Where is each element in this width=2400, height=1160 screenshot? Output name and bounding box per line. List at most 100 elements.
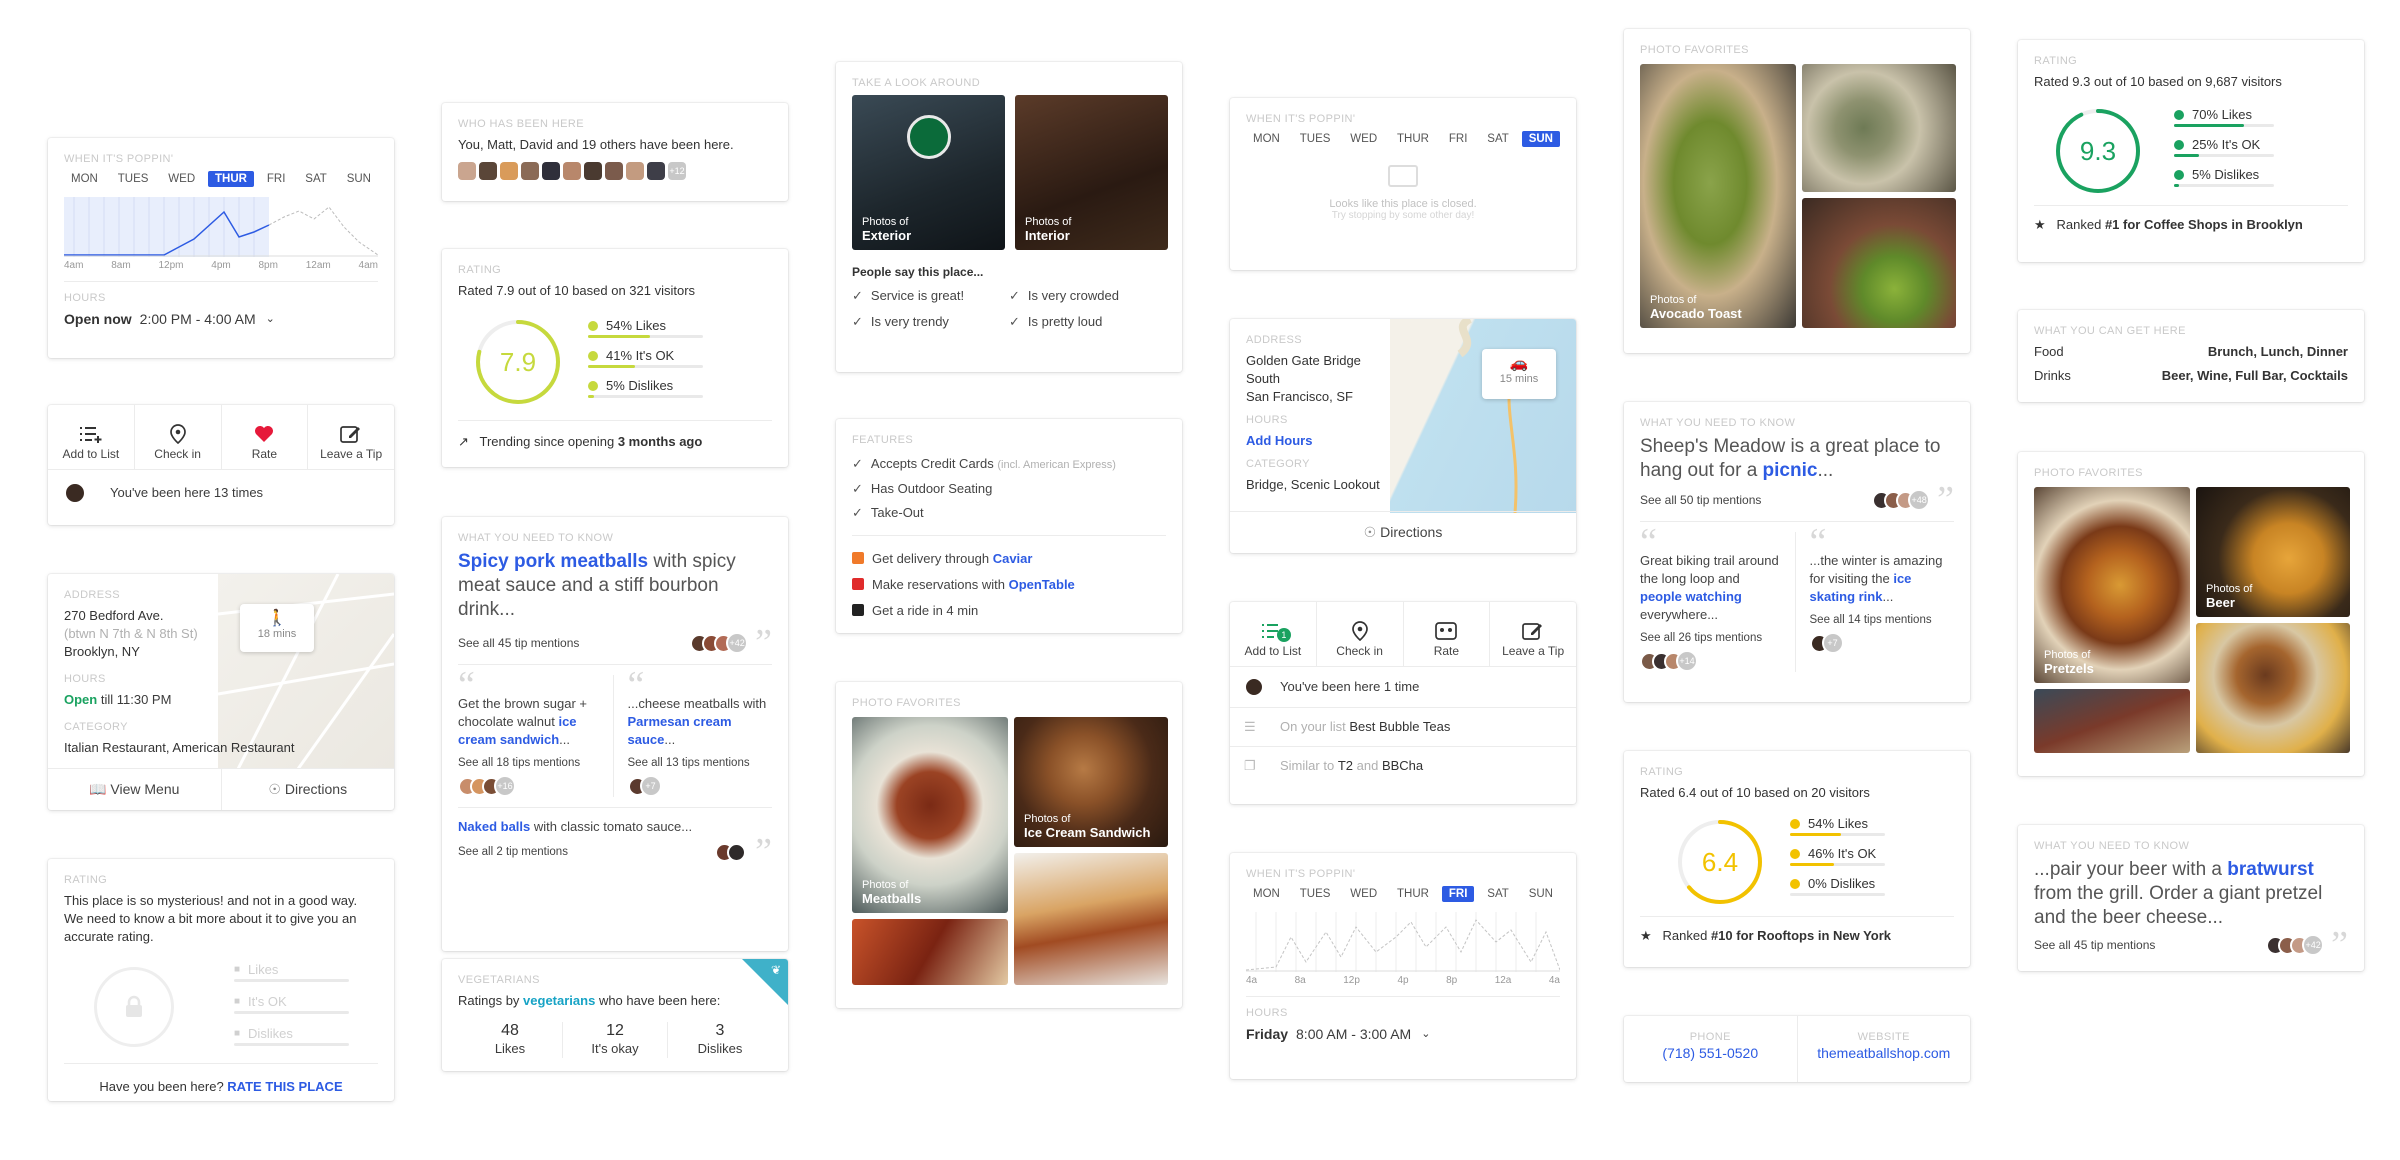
day-wed[interactable]: WED bbox=[161, 171, 202, 187]
avocado-toast-photo[interactable]: Photos of Avocado Toast bbox=[1640, 64, 1796, 328]
see-tips-link[interactable]: See all 26 tips mentions bbox=[1640, 632, 1785, 644]
beer-photo[interactable]: Photos of Beer bbox=[2196, 487, 2350, 617]
more-avatars-badge[interactable]: +42 bbox=[2302, 934, 2325, 956]
caviar-link[interactable]: Caviar bbox=[993, 551, 1033, 566]
website-section[interactable]: WEBSITE themeatballshop.com bbox=[1798, 1016, 1971, 1082]
more-avatars-badge[interactable]: +14 bbox=[1676, 650, 1698, 672]
veg-highlight[interactable]: vegetarians bbox=[523, 993, 595, 1008]
table-food-photo[interactable] bbox=[1802, 64, 1956, 192]
avatar-list[interactable]: +12 bbox=[458, 162, 772, 180]
tip-highlight[interactable]: Spicy pork meatballs bbox=[458, 551, 648, 572]
quote-open-icon: “ bbox=[627, 664, 645, 706]
rate-button[interactable]: Rate bbox=[222, 405, 309, 469]
hours-value: 8:00 AM - 3:00 AM bbox=[1296, 1026, 1412, 1042]
check-in-button[interactable]: Check in bbox=[135, 405, 222, 469]
rating-message: This place is so mysterious! and not in … bbox=[64, 893, 358, 944]
directions-button[interactable]: ☉ Directions bbox=[1230, 511, 1576, 553]
tip-highlight[interactable]: Naked balls bbox=[458, 819, 530, 834]
add-hours-link[interactable]: Add Hours bbox=[1246, 433, 1312, 448]
avatar bbox=[605, 162, 623, 180]
day-thur[interactable]: THUR bbox=[1390, 886, 1436, 902]
exterior-photo[interactable]: Photos of Exterior bbox=[852, 95, 1005, 250]
more-avatars-badge[interactable]: +16 bbox=[494, 775, 516, 797]
on-list-row[interactable]: ☰ On your list Best Bubble Teas bbox=[1230, 708, 1576, 747]
day-fri[interactable]: FRI bbox=[260, 171, 293, 187]
more-avatars-badge[interactable]: +12 bbox=[668, 162, 686, 180]
day-sat[interactable]: SAT bbox=[1480, 131, 1516, 147]
green-juice-photo[interactable] bbox=[1802, 198, 1956, 328]
day-tues[interactable]: TUES bbox=[1293, 131, 1338, 147]
meatballs-photo[interactable]: Photos of Meatballs bbox=[852, 717, 1008, 913]
burger-fries-photo[interactable] bbox=[2196, 623, 2350, 753]
more-avatars-badge[interactable]: +7 bbox=[1821, 632, 1844, 654]
day-tues[interactable]: TUES bbox=[1293, 886, 1338, 902]
been-here-text: You've been here 13 times bbox=[110, 485, 264, 500]
directions-button[interactable]: ☉ Directions bbox=[222, 769, 395, 810]
ranked-value[interactable]: #1 for Coffee Shops in Brooklyn bbox=[2105, 217, 2303, 232]
more-avatars-badge[interactable]: +42 bbox=[726, 632, 749, 654]
map[interactable]: 🚗 15 mins bbox=[1390, 319, 1576, 513]
photos-label: PHOTO FAVORITES bbox=[852, 697, 961, 709]
see-all-tips-link[interactable]: See all 45 tip mentions bbox=[458, 636, 579, 650]
photo-caption: Avocado Toast bbox=[1650, 306, 1742, 321]
more-avatars-badge[interactable]: +7 bbox=[639, 775, 662, 797]
day-sat[interactable]: SAT bbox=[298, 171, 334, 187]
see-tips-link[interactable]: See all 13 tips mentions bbox=[628, 757, 773, 769]
leave-tip-button[interactable]: Leave a Tip bbox=[308, 405, 394, 469]
see-tips-link[interactable]: See all 18 tips mentions bbox=[458, 757, 603, 769]
similar-place[interactable]: T2 bbox=[1338, 757, 1353, 775]
photo-caption: Ice Cream Sandwich bbox=[1024, 825, 1151, 840]
restaurant-photo[interactable] bbox=[2034, 689, 2190, 753]
rate-this-place-link[interactable]: RATE THIS PLACE bbox=[227, 1079, 342, 1094]
check-in-button[interactable]: Check in bbox=[1317, 602, 1404, 666]
check-in-label: Check in bbox=[1336, 644, 1383, 658]
opentable-link[interactable]: OpenTable bbox=[1009, 577, 1075, 592]
day-fri[interactable]: FRI bbox=[1442, 131, 1475, 147]
rate-button[interactable]: Rate bbox=[1404, 602, 1491, 666]
hours-row[interactable]: Friday 8:00 AM - 3:00 AM ⌄ bbox=[1246, 1025, 1560, 1044]
tip-highlight[interactable]: bratwurst bbox=[2227, 859, 2314, 880]
leave-tip-button[interactable]: Leave a Tip bbox=[1490, 602, 1576, 666]
tip-highlight[interactable]: picnic bbox=[1763, 460, 1818, 481]
list-name[interactable]: Best Bubble Teas bbox=[1349, 718, 1450, 736]
car-icon: 🚗 bbox=[1509, 355, 1529, 372]
add-to-list-button[interactable]: Add to List bbox=[48, 405, 135, 469]
phone-link[interactable]: (718) 551-0520 bbox=[1662, 1045, 1758, 1061]
interior-photo[interactable]: Photos of Interior bbox=[1015, 95, 1168, 250]
day-sun[interactable]: SUN bbox=[1521, 131, 1560, 147]
food-photo[interactable] bbox=[852, 919, 1008, 985]
day-sun[interactable]: SUN bbox=[1522, 886, 1560, 902]
see-tips-link[interactable]: See all 2 tip mentions bbox=[458, 846, 568, 858]
day-mon[interactable]: MON bbox=[1246, 131, 1287, 147]
chevron-down-icon[interactable]: ⌄ bbox=[1421, 1025, 1430, 1044]
see-all-tips-link[interactable]: See all 50 tip mentions bbox=[1640, 493, 1761, 507]
hours-row[interactable]: Open now 2:00 PM - 4:00 AM ⌄ bbox=[64, 310, 378, 329]
phone-section[interactable]: PHONE (718) 551-0520 bbox=[1624, 1016, 1798, 1082]
ice-cream-sandwich-photo[interactable]: Photos of Ice Cream Sandwich bbox=[1014, 717, 1168, 847]
day-sun[interactable]: SUN bbox=[340, 171, 378, 187]
day-thur[interactable]: THUR bbox=[1390, 131, 1436, 147]
chevron-down-icon[interactable]: ⌄ bbox=[266, 310, 275, 329]
day-thur[interactable]: THUR bbox=[208, 171, 254, 187]
day-tues[interactable]: TUES bbox=[111, 171, 156, 187]
ranked-value[interactable]: #10 for Rooftops in New York bbox=[1711, 928, 1891, 943]
quote-highlight[interactable]: people watching bbox=[1640, 589, 1742, 604]
day-fri[interactable]: FRI bbox=[1441, 886, 1475, 902]
ride-link[interactable]: Get a ride in 4 min bbox=[872, 603, 978, 618]
website-label: WEBSITE bbox=[1857, 1031, 1910, 1043]
day-wed[interactable]: WED bbox=[1343, 131, 1384, 147]
sliders-photo[interactable] bbox=[1014, 853, 1168, 985]
website-link[interactable]: themeatballshop.com bbox=[1817, 1045, 1950, 1061]
quote-highlight[interactable]: Parmesan cream sauce bbox=[628, 714, 732, 747]
view-menu-button[interactable]: 📖 View Menu bbox=[48, 769, 222, 810]
similar-place[interactable]: BBCha bbox=[1382, 757, 1423, 775]
day-mon[interactable]: MON bbox=[1246, 886, 1287, 902]
day-mon[interactable]: MON bbox=[64, 171, 105, 187]
see-tips-link[interactable]: See all 14 tips mentions bbox=[1810, 614, 1955, 626]
more-avatars-badge[interactable]: +48 bbox=[1908, 489, 1931, 511]
see-all-tips-link[interactable]: See all 45 tip mentions bbox=[2034, 938, 2155, 952]
pretzels-photo[interactable]: Photos of Pretzels bbox=[2034, 487, 2190, 683]
day-sat[interactable]: SAT bbox=[1480, 886, 1516, 902]
day-wed[interactable]: WED bbox=[1343, 886, 1384, 902]
add-to-list-button[interactable]: 1 Add to List bbox=[1230, 602, 1317, 666]
